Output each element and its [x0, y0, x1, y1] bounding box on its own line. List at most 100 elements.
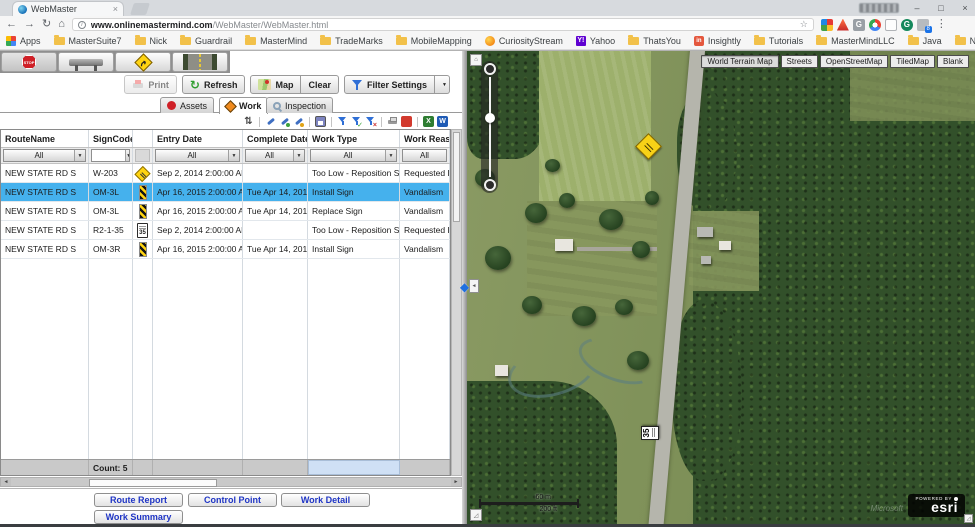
work-detail-button[interactable]: Work Detail [281, 493, 370, 507]
bookmark-item[interactable]: TradeMarks [320, 36, 383, 46]
print-button[interactable]: Print [124, 75, 177, 94]
sign-type-warning-tile[interactable] [115, 52, 171, 72]
bookmark-item[interactable]: MobileMapping [396, 36, 472, 46]
filter-routename[interactable]: All▼ [3, 149, 86, 162]
forward-icon[interactable]: → [24, 18, 35, 31]
bookmark-apps[interactable]: Apps [6, 36, 41, 46]
horizontal-scrollbar[interactable]: ◄ ► [0, 477, 462, 487]
collapse-panel-button[interactable]: ◄ [469, 279, 479, 293]
column-header-icon[interactable] [133, 130, 153, 147]
tab-inspection[interactable]: Inspection [266, 97, 333, 113]
map-zoom-slider[interactable] [481, 61, 498, 193]
tools-config-icon[interactable] [293, 116, 304, 127]
bookmark-item[interactable]: MasterMindLLC [816, 36, 895, 46]
bookmark-item[interactable]: CuriosityStream [485, 36, 563, 46]
column-header-work-type[interactable]: Work Type [308, 130, 400, 147]
column-header-complete-date[interactable]: Complete Date [243, 130, 308, 147]
refresh-button[interactable]: ↻Refresh [182, 75, 246, 94]
new-tab-button[interactable] [130, 3, 150, 15]
scrollbar-thumb[interactable] [89, 479, 217, 487]
sign-type-stop-tile[interactable]: STOP [1, 52, 57, 72]
control-point-button[interactable]: Control Point [188, 493, 277, 507]
home-icon[interactable]: ⌂ [58, 18, 65, 31]
tab-assets[interactable]: Assets [160, 97, 214, 113]
vertical-scrollbar[interactable] [451, 129, 462, 476]
column-header-work-reason[interactable]: Work Reason [400, 130, 450, 147]
filter-settings-button[interactable]: Filter Settings [344, 75, 435, 94]
map-attribution-icon[interactable]: ◿ [470, 509, 482, 521]
table-row-selected[interactable]: NEW STATE RD S OM-3L Apr 16, 2015 2:00:0… [1, 183, 450, 202]
bookmark-item[interactable]: MasterMind [245, 36, 307, 46]
clear-button[interactable]: Clear [301, 75, 339, 94]
scroll-left-icon[interactable]: ◄ [1, 478, 11, 486]
basemap-streets[interactable]: Streets [781, 55, 818, 68]
scroll-right-icon[interactable]: ► [451, 478, 461, 486]
export-word-icon[interactable]: W [437, 116, 448, 127]
bookmark-item[interactable]: inInsightly [694, 36, 741, 46]
export-pdf-icon[interactable] [401, 116, 412, 127]
window-minimize-button[interactable]: – [911, 1, 923, 15]
back-icon[interactable]: ← [6, 18, 17, 31]
sort-icon[interactable]: ⇅ [243, 116, 254, 127]
column-header-signcode[interactable]: SignCode [89, 130, 133, 147]
filter-work-reason[interactable]: All [402, 149, 447, 162]
print-grid-icon[interactable] [387, 116, 398, 127]
filter-work-type[interactable]: All▼ [310, 149, 397, 162]
extension-icon-2[interactable] [837, 19, 849, 31]
scrollbar-thumb[interactable] [453, 132, 460, 222]
sign-type-guardrail-tile[interactable] [58, 52, 114, 72]
route-report-button[interactable]: Route Report [94, 493, 183, 507]
extension-icon-5[interactable] [885, 19, 897, 31]
map-button[interactable]: Map [250, 75, 301, 94]
bookmark-item[interactable]: Nick [135, 36, 168, 46]
zoom-slider-thumb[interactable] [485, 113, 495, 123]
export-excel-icon[interactable]: X [423, 116, 434, 127]
zoom-slider-track[interactable] [489, 77, 491, 177]
bookmark-item[interactable]: Guardrail [180, 36, 232, 46]
filter-apply-icon[interactable]: ✓ [351, 116, 362, 127]
filter-signcode[interactable]: [None]...▼ [91, 149, 130, 162]
work-summary-button[interactable]: Work Summary [94, 510, 183, 524]
table-row[interactable]: NEW STATE RD S OM-3R Apr 16, 2015 2:00:0… [1, 240, 450, 259]
map-panel[interactable]: World Terrain Map Streets OpenStreetMap … [467, 51, 975, 525]
table-row[interactable]: NEW STATE RD S R2-1-35 35 Sep 2, 2014 2:… [1, 221, 450, 240]
basemap-world-terrain[interactable]: World Terrain Map [701, 55, 778, 68]
save-layout-icon[interactable] [315, 116, 326, 127]
map-marker-speed-limit-sign[interactable]: 35 [641, 426, 659, 440]
sign-type-road-tile[interactable] [172, 52, 228, 72]
tools-add-icon[interactable] [279, 116, 290, 127]
extension-icon-6[interactable]: G [901, 19, 913, 31]
filter-entry-date[interactable]: All▼ [155, 149, 240, 162]
bookmark-item[interactable]: Java [908, 36, 942, 46]
browser-tab[interactable]: WebMaster × [12, 1, 124, 16]
table-row[interactable]: NEW STATE RD S W-203 Sep 2, 2014 2:00:00… [1, 164, 450, 183]
tab-close-icon[interactable]: × [113, 4, 118, 14]
zoom-out-button[interactable] [484, 179, 496, 191]
window-maximize-button[interactable]: □ [935, 1, 947, 15]
basemap-tiledmap[interactable]: TiledMap [890, 55, 935, 68]
filter-complete-date[interactable]: All▼ [245, 149, 305, 162]
bookmark-item[interactable]: MasterSuite7 [54, 36, 122, 46]
extension-icon-4[interactable] [869, 19, 881, 31]
browser-menu-icon[interactable]: ⋮ [936, 18, 947, 31]
map-home-extent-icon[interactable]: ⌂ [470, 54, 482, 66]
filter-clear-icon[interactable]: × [365, 116, 376, 127]
filter-settings-dropdown[interactable]: ▼ [435, 75, 450, 94]
page-info-icon[interactable]: i [78, 21, 86, 29]
filter-icon[interactable] [337, 116, 348, 127]
column-header-routename[interactable]: RouteName [1, 130, 89, 147]
window-close-button[interactable]: × [959, 1, 971, 15]
tools-icon[interactable] [265, 116, 276, 127]
table-row[interactable]: NEW STATE RD S OM-3L Apr 16, 2015 2:00:0… [1, 202, 450, 221]
map-corner-resize-icon[interactable]: ◿ [964, 514, 973, 523]
zoom-in-button[interactable] [484, 63, 496, 75]
tab-work[interactable]: Work [219, 97, 268, 114]
bookmark-item[interactable]: NickEXTRA [955, 36, 975, 46]
basemap-blank[interactable]: Blank [937, 55, 969, 68]
extension-icon-3[interactable]: G [853, 19, 865, 31]
bookmark-item[interactable]: ThatsYou [628, 36, 681, 46]
basemap-openstreetmap[interactable]: OpenStreetMap [820, 55, 888, 68]
bookmark-item[interactable]: Y!Yahoo [576, 36, 615, 46]
extension-icon-1[interactable] [821, 19, 833, 31]
bookmark-star-icon[interactable]: ☆ [800, 19, 808, 30]
